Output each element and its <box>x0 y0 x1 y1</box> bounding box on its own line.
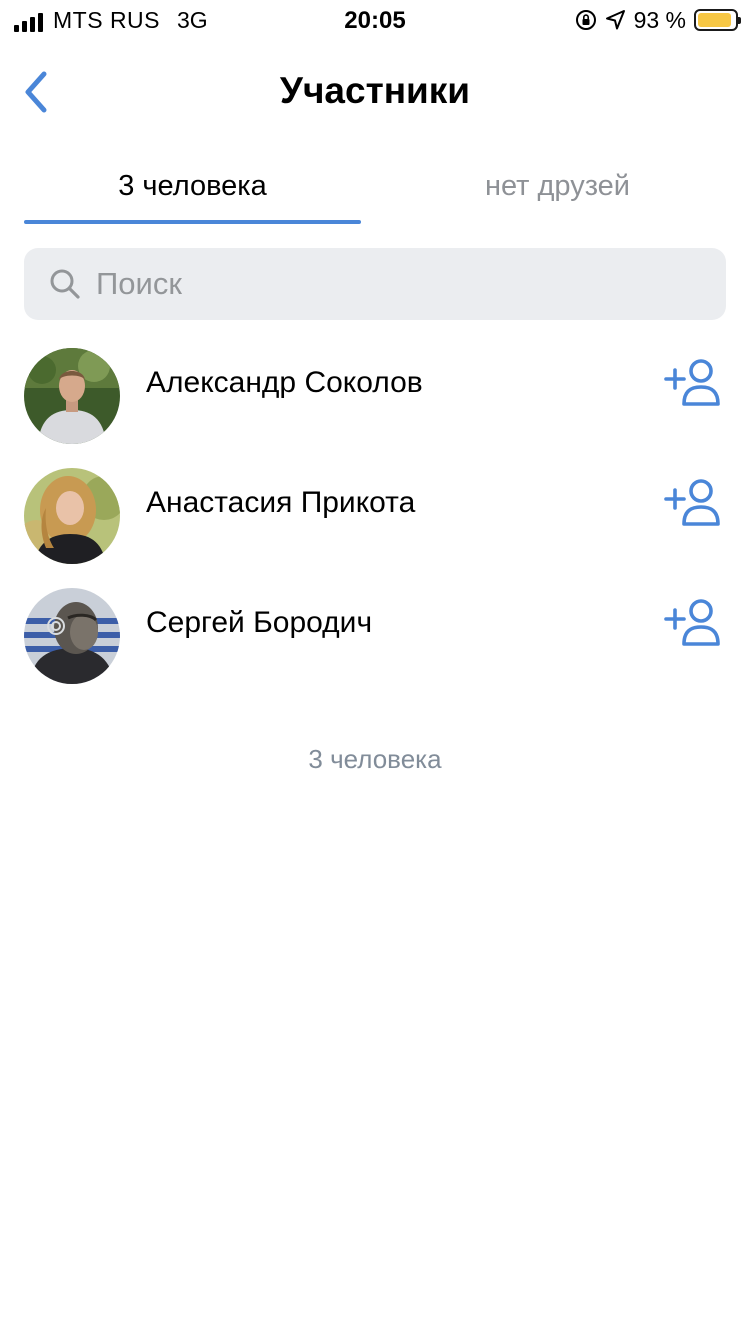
battery-icon <box>694 9 741 31</box>
add-friend-icon <box>664 359 720 406</box>
location-arrow-icon <box>604 8 628 32</box>
avatar <box>24 348 120 444</box>
orientation-lock-icon <box>574 8 598 32</box>
active-tab-indicator <box>24 220 361 224</box>
add-friend-button[interactable] <box>664 598 722 648</box>
tab-label: 3 человека <box>118 170 267 202</box>
search-input[interactable] <box>96 266 656 302</box>
tab-friends[interactable]: нет друзей <box>389 150 726 226</box>
search-icon <box>50 269 80 299</box>
list-item[interactable]: Сергей Бородич <box>0 576 750 696</box>
tab-label: нет друзей <box>484 170 631 202</box>
list-item[interactable]: Анастасия Прикота <box>0 456 750 576</box>
battery-level <box>698 13 732 27</box>
tab-members[interactable]: 3 человека <box>24 150 361 226</box>
battery-percentage: 93 % <box>633 6 686 33</box>
list-item[interactable]: Александр Соколов <box>0 336 750 456</box>
member-name: Анастасия Прикота <box>146 486 416 519</box>
add-friend-button[interactable] <box>664 478 722 528</box>
navigation-bar: Участники <box>0 50 750 134</box>
member-name: Александр Соколов <box>146 366 423 399</box>
status-bar: MTS RUS 3G 20:05 93 % <box>0 0 750 40</box>
tab-bar: 3 человека нет друзей <box>24 150 726 226</box>
avatar <box>24 468 120 564</box>
add-friend-icon <box>664 479 720 526</box>
status-bar-right: 93 % <box>574 6 741 33</box>
page-title: Участники <box>279 70 471 111</box>
add-friend-button[interactable] <box>664 358 722 408</box>
members-count-footer: 3 человека <box>308 744 442 774</box>
search-bar[interactable] <box>24 248 726 320</box>
avatar <box>24 588 120 684</box>
add-friend-icon <box>664 599 720 646</box>
member-name: Сергей Бородич <box>146 606 373 639</box>
